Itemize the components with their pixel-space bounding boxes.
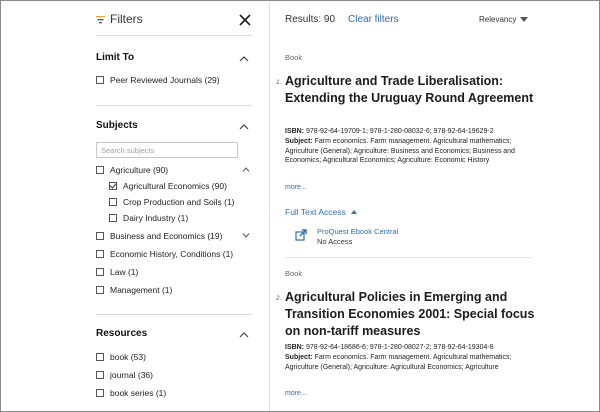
subject-label: Subject: [285,138,313,145]
checkbox-label: Management (1) [110,285,173,295]
app-frame: Filters Limit To Peer Reviewed Journals … [0,0,600,412]
results-panel: Results: 90 Clear filters Relevancy Book… [270,2,599,411]
result-isbn: ISBN: 978-92-64-18686-6; 978-1-280-08027… [285,343,535,353]
result-subject: Subject: Farm economics. Farm management… [285,353,535,372]
checkbox-label: journal (36) [110,370,153,380]
resource-book-series[interactable]: book series (1) [96,388,166,398]
limit-to-heading: Limit To [96,52,135,63]
subject-economic-history[interactable]: Economic History, Conditions (1) [96,249,233,259]
checkbox[interactable] [96,268,104,276]
checkbox-checked[interactable] [109,182,117,190]
subject-management[interactable]: Management (1) [96,285,172,295]
checkbox-label: Crop Production and Soils (1) [123,197,235,207]
subject-value: Farm economics. Farm management. Agricul… [285,354,512,371]
subject-law[interactable]: Law (1) [96,267,138,277]
isbn-value: 978-92-64-18686-6; 978-1-280-08027-2; 97… [306,344,494,351]
access-status: No Access [317,237,353,246]
checkbox[interactable] [96,76,104,84]
filter-icon [96,15,105,23]
result-divider [285,257,532,258]
subjects-heading: Subjects [96,120,138,131]
full-text-label: Full Text Access [285,207,346,217]
checkbox[interactable] [109,214,117,222]
subject-label: Subject: [285,354,313,361]
result-subject: Subject: Farm economics. Farm management… [285,137,535,166]
external-link-icon[interactable] [295,229,307,241]
checkbox[interactable] [109,198,117,206]
filters-sidebar: Filters Limit To Peer Reviewed Journals … [2,2,269,411]
result-isbn: ISBN: 978-92-64-19709-1; 978-1-280-08032… [285,127,535,137]
filters-header: Filters [96,12,143,26]
checkbox[interactable] [96,389,104,397]
more-link[interactable]: more... [285,184,307,191]
result-type: Book [285,269,303,278]
isbn-label: ISBN: [285,344,305,351]
divider [96,105,252,106]
checkbox-label: Dairy Industry (1) [123,213,189,223]
chevron-up-icon[interactable] [239,56,249,62]
chevron-up-icon[interactable] [239,124,249,130]
chevron-down-icon[interactable] [242,233,250,238]
caret-up-icon [350,210,357,214]
isbn-label: ISBN: [285,128,305,135]
result-title[interactable]: Agriculture and Trade Liberalisation: Ex… [285,73,535,107]
full-text-access-toggle[interactable]: Full Text Access [285,207,357,217]
checkbox-label: Economic History, Conditions (1) [110,249,234,259]
result-number: 2. [276,295,282,302]
subject-value: Farm economics. Farm management. Agricul… [285,138,515,164]
sort-dropdown[interactable]: Relevancy [479,15,529,24]
subject-agriculture[interactable]: Agriculture (90) [96,165,168,175]
checkbox-label: Peer Reviewed Journals (29) [110,75,220,85]
result-title[interactable]: Agricultural Policies in Emerging and Tr… [285,289,535,340]
result-type: Book [285,53,303,62]
checkbox-label: Agricultural Economics (90) [123,181,227,191]
resource-journal[interactable]: journal (36) [96,370,153,380]
subject-dairy-industry[interactable]: Dairy Industry (1) [109,213,188,223]
checkbox-label: Agriculture (90) [110,165,169,175]
result-number: 1. [276,79,282,86]
chevron-up-icon[interactable] [242,167,250,172]
more-link[interactable]: more... [285,390,307,397]
filters-title: Filters [110,12,143,26]
resources-heading: Resources [96,328,148,339]
divider [96,314,252,315]
subject-crop-production[interactable]: Crop Production and Soils (1) [109,197,235,207]
resource-book[interactable]: book (53) [96,352,146,362]
checkbox[interactable] [96,250,104,258]
checkbox-label: Law (1) [110,267,139,277]
subject-business-economics[interactable]: Business and Economics (19) [96,231,222,241]
close-icon[interactable] [237,12,253,28]
filter-peer-reviewed[interactable]: Peer Reviewed Journals (29) [96,75,220,85]
divider [96,35,252,36]
caret-down-icon [520,17,529,22]
checkbox-label: Business and Economics (19) [110,231,223,241]
checkbox[interactable] [96,232,104,240]
chevron-up-icon[interactable] [239,332,249,338]
isbn-value: 978-92-64-19709-1; 978-1-280-08032-6; 97… [306,128,494,135]
checkbox[interactable] [96,166,104,174]
provider-link[interactable]: ProQuest Ebook Central [317,227,398,236]
clear-filters-link[interactable]: Clear filters [348,14,399,25]
checkbox[interactable] [96,371,104,379]
search-subjects-input[interactable] [96,142,238,158]
checkbox-label: book series (1) [110,388,167,398]
checkbox[interactable] [96,353,104,361]
checkbox-label: book (53) [110,352,146,362]
results-count: Results: 90 [285,14,336,25]
checkbox[interactable] [96,286,104,294]
sort-label: Relevancy [479,15,517,24]
subject-agricultural-economics[interactable]: Agricultural Economics (90) [109,181,227,191]
